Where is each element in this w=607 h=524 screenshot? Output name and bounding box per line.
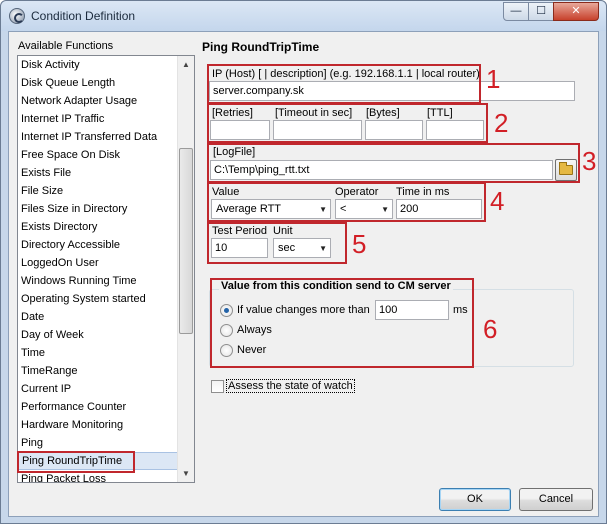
function-list-item[interactable]: File Size bbox=[18, 182, 179, 200]
callout-box-2 bbox=[207, 103, 488, 143]
function-list-item[interactable]: Windows Running Time bbox=[18, 272, 179, 290]
ok-button[interactable]: OK bbox=[439, 488, 511, 511]
title-bar[interactable]: Condition Definition — ☐ ✕ bbox=[1, 1, 606, 31]
scroll-down-icon[interactable]: ▼ bbox=[178, 465, 194, 482]
function-list-item[interactable]: Operating System started bbox=[18, 290, 179, 308]
callout-box-4 bbox=[207, 182, 486, 222]
function-list-item[interactable]: Exists File bbox=[18, 164, 179, 182]
scroll-thumb[interactable] bbox=[179, 148, 193, 334]
available-functions-list[interactable]: Disk Activity Disk Queue Length Network Ad… bbox=[17, 55, 195, 483]
function-list-item[interactable]: Files Size in Directory bbox=[18, 200, 179, 218]
callout-box-3 bbox=[207, 143, 580, 183]
function-list-item[interactable]: Free Space On Disk bbox=[18, 146, 179, 164]
assess-state-label[interactable]: Assess the state of watch bbox=[226, 379, 355, 393]
function-list-item[interactable]: Hardware Monitoring bbox=[18, 416, 179, 434]
maximize-button[interactable]: ☐ bbox=[528, 2, 554, 21]
cancel-button[interactable]: Cancel bbox=[519, 488, 593, 511]
app-icon bbox=[9, 8, 25, 24]
callout-number-6: 6 bbox=[483, 314, 498, 344]
list-scrollbar[interactable]: ▲ ▼ bbox=[177, 56, 194, 482]
function-list-item[interactable]: Directory Accessible bbox=[18, 236, 179, 254]
function-list-item[interactable]: Disk Queue Length bbox=[18, 74, 179, 92]
callout-number-2: 2 bbox=[494, 108, 509, 138]
assess-state-checkbox[interactable] bbox=[211, 380, 224, 393]
callout-box-5 bbox=[207, 222, 347, 264]
callout-number-1: 1 bbox=[486, 64, 501, 94]
function-list-item[interactable]: Day of Week bbox=[18, 326, 179, 344]
callout-number-3: 3 bbox=[582, 146, 597, 176]
function-items: Disk Activity Disk Queue Length Network Ad… bbox=[18, 56, 179, 482]
function-list-item[interactable]: Exists Directory bbox=[18, 218, 179, 236]
function-list-item[interactable]: Current IP bbox=[18, 380, 179, 398]
condition-definition-window: Condition Definition — ☐ ✕ Available Fun… bbox=[0, 0, 607, 524]
function-list-item[interactable]: LoggedOn User bbox=[18, 254, 179, 272]
function-list-item[interactable]: Ping bbox=[18, 434, 179, 452]
function-list-item[interactable]: Network Adapter Usage bbox=[18, 92, 179, 110]
minimize-button[interactable]: — bbox=[503, 2, 529, 21]
callout-box-6 bbox=[210, 278, 474, 368]
callout-box-1 bbox=[207, 64, 481, 104]
scroll-up-icon[interactable]: ▲ bbox=[178, 56, 194, 73]
function-list-item[interactable]: Disk Activity bbox=[18, 56, 179, 74]
function-list-item[interactable]: Internet IP Transferred Data bbox=[18, 128, 179, 146]
callout-number-5: 5 bbox=[352, 229, 367, 259]
function-list-item[interactable]: TimeRange bbox=[18, 362, 179, 380]
function-list-item[interactable]: Time bbox=[18, 344, 179, 362]
function-list-item[interactable]: Internet IP Traffic bbox=[18, 110, 179, 128]
close-button[interactable]: ✕ bbox=[553, 2, 599, 21]
window-title: Condition Definition bbox=[31, 9, 136, 23]
callout-number-4: 4 bbox=[490, 186, 505, 216]
dialog-client-area: Available Functions Disk Activity Disk Qu… bbox=[8, 31, 599, 517]
function-list-item[interactable]: Performance Counter bbox=[18, 398, 179, 416]
available-functions-label: Available Functions bbox=[18, 40, 114, 52]
function-list-item[interactable]: Date bbox=[18, 308, 179, 326]
panel-title: Ping RoundTripTime bbox=[202, 40, 320, 54]
selected-function-highlight bbox=[17, 451, 135, 473]
